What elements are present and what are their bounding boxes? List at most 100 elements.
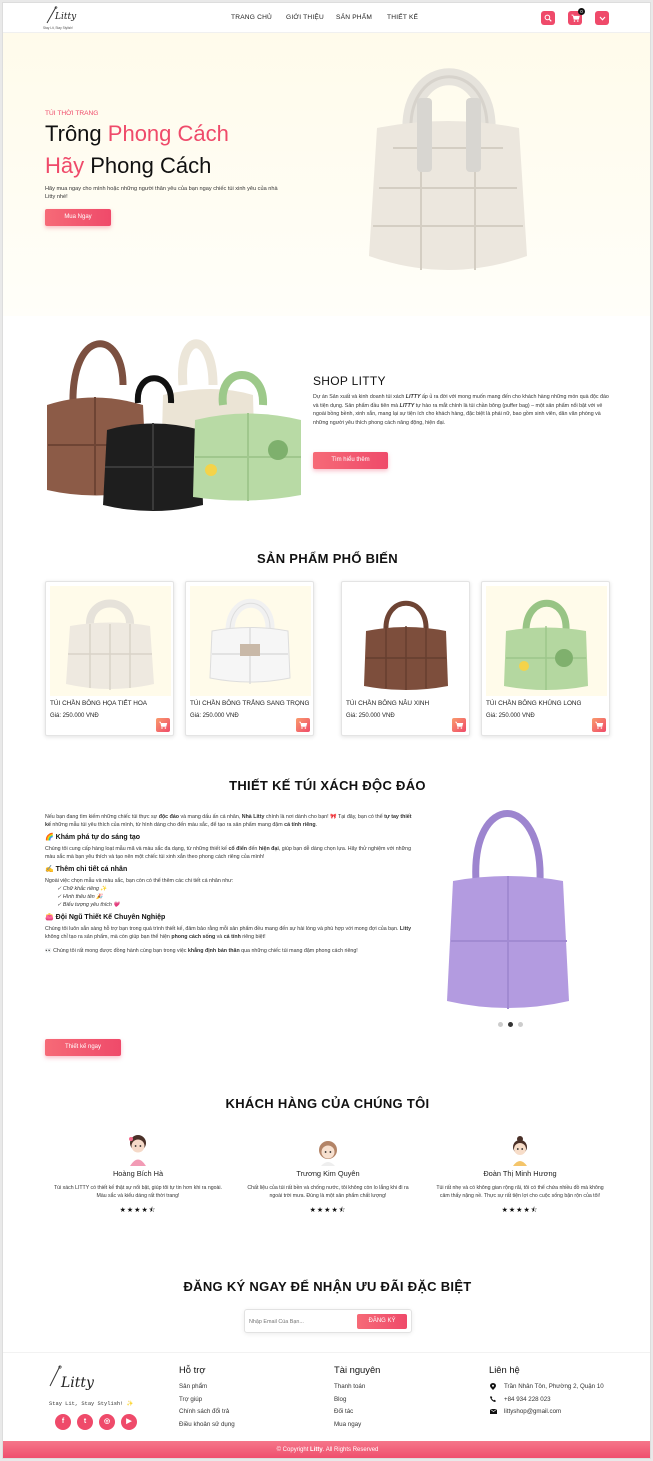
footer-email[interactable]: littyshop@gmail.com — [504, 1408, 561, 1415]
footer-link-return-policy[interactable]: Chính sách đổi trả — [179, 1408, 229, 1415]
design-list-item: ✓ Biểu tượng yêu thích 💗 — [57, 902, 120, 908]
instagram-icon[interactable]: ◎ — [99, 1414, 115, 1430]
product-image — [486, 586, 607, 696]
about-bags-image — [47, 339, 301, 511]
design-paragraph-1: Chúng tôi cung cấp hàng loạt mẫu mã và m… — [45, 845, 413, 861]
logo[interactable]: Litty Stay Lit, Stay Stylish! — [43, 6, 91, 32]
product-card[interactable]: TÚI CHẦN BÔNG TRẮNG SANG TRỌNG Giá: 250.… — [185, 581, 314, 736]
carousel-dot-2[interactable] — [508, 1022, 513, 1027]
customer-review: Túi rất nhẹ và có không gian rộng rãi, t… — [436, 1185, 604, 1199]
design-title: THIẾT KẾ TÚI XÁCH ĐỘC ĐÁO — [229, 778, 426, 793]
newsletter-submit-button[interactable]: ĐĂNG KÝ — [357, 1314, 407, 1329]
design-p3-bold: phong cách sống — [171, 934, 216, 940]
design-p4-text: qua những chiếc túi mang đậm phong cách … — [239, 948, 358, 954]
chevron-down-icon — [599, 16, 605, 21]
hero-buy-button[interactable]: Mua Ngay — [45, 209, 111, 226]
design-p3-bold: Litty — [399, 926, 412, 932]
hero-title-line2: Hãy Phong Cách — [45, 153, 211, 179]
cart-count-badge: 0 — [578, 8, 585, 15]
design-paragraph-4: 👀 Chúng tôi rất mong được đồng hành cùng… — [45, 947, 413, 955]
facebook-icon[interactable]: f — [55, 1414, 71, 1430]
footer-logo-text: Litty — [61, 1375, 94, 1391]
design-list-item: ✓ Chữ khắc riêng ✨ — [57, 886, 108, 892]
site-header: Litty Stay Lit, Stay Stylish! TRANG CHỦ … — [3, 3, 650, 33]
design-intro-bold: Nhà Litty — [241, 814, 265, 820]
search-button[interactable] — [541, 11, 555, 25]
design-p3-text: không chỉ tạo ra sản phẩm, mà còn giúp b… — [45, 934, 172, 940]
nav-gioi-thieu[interactable]: GIỚI THIỆU — [286, 14, 324, 21]
footer-link-terms[interactable]: Điều khoản sử dụng — [179, 1421, 235, 1428]
add-to-cart-button[interactable] — [452, 718, 466, 732]
add-to-cart-button[interactable] — [156, 718, 170, 732]
nav-san-pham[interactable]: SẢN PHẨM — [336, 14, 372, 21]
hero-title-1b: Phong Cách — [107, 121, 229, 146]
product-name: TÚI CHẦN BÔNG KHỦNG LONG — [486, 700, 582, 707]
product-card[interactable]: TÚI CHẦN BÔNG HỌA TIẾT HOA Giá: 250.000 … — [45, 581, 174, 736]
nav-thiet-ke[interactable]: THIẾT KẾ — [387, 14, 418, 21]
footer-link-products[interactable]: Sản phẩm — [179, 1383, 207, 1390]
cart-icon — [455, 721, 464, 729]
product-card[interactable]: TÚI CHẦN BÔNG KHỦNG LONG Giá: 250.000 VN… — [481, 581, 610, 736]
design-heading-2: ✍️ Thêm chi tiết cá nhân — [45, 866, 128, 873]
design-paragraph-2: Ngoài việc chọn mẫu và màu sắc, bạn còn … — [45, 878, 234, 884]
design-intro-text: . — [315, 822, 318, 828]
hero-title-2b: Phong Cách — [90, 153, 212, 178]
about-brand-1: LITTY — [405, 394, 421, 400]
footer-link-buy-now[interactable]: Mua ngay — [334, 1421, 361, 1428]
copyright-brand: Litty — [310, 1447, 323, 1453]
design-list: ✓ Chữ khắc riêng ✨ ✓ Hình thêu tên 🎉 ✓ B… — [45, 885, 413, 909]
customer-name: Hoàng Bích Hà — [112, 1169, 164, 1178]
footer-link-partners[interactable]: Đối tác — [334, 1408, 353, 1415]
customer-card: Trương Kim Quyên Chất liệu của túi rất b… — [243, 1139, 413, 1217]
hero-title-line1: Trông Phong Cách — [45, 121, 229, 147]
footer-link-payment[interactable]: Thanh toán — [334, 1383, 365, 1390]
footer-resources-title: Tài nguyên — [334, 1364, 381, 1375]
newsletter-email-input[interactable] — [249, 1315, 349, 1328]
customer-name: Trương Kim Quyên — [296, 1169, 360, 1178]
design-bag-image[interactable] — [443, 801, 573, 1013]
design-content: Nếu bạn đang tìm kiếm những chiếc túi th… — [45, 813, 413, 955]
customer-rating-stars: ★★★★⯪ — [119, 1207, 157, 1214]
design-p1-bold: cổ điển — [228, 846, 248, 852]
footer-link-help[interactable]: Trợ giúp — [179, 1396, 202, 1403]
design-now-button[interactable]: Thiết kế ngay — [45, 1039, 121, 1056]
customer-card: Hoàng Bích Hà Túi xách LITTY có thiết kế… — [53, 1133, 223, 1217]
product-price: Giá: 250.000 VNĐ — [346, 713, 395, 719]
product-price: Giá: 250.000 VNĐ — [190, 713, 239, 719]
menu-dropdown-button[interactable] — [595, 11, 609, 25]
about-brand-2: LITTY — [399, 402, 415, 409]
design-p3-text: Chúng tôi luôn sẵn sàng hỗ trợ bạn trong… — [45, 926, 400, 932]
customer-card: Đoàn Thị Minh Hương Túi rất nhẹ và có kh… — [435, 1135, 605, 1217]
customer-rating-stars: ★★★★⯪ — [501, 1207, 539, 1214]
cart-icon — [571, 14, 580, 22]
products-title: SẢN PHẨM PHỔ BIẾN — [257, 551, 398, 566]
hero-bag-image — [369, 68, 527, 270]
design-intro-text: những mẫu túi yêu thích của mình, từ hìn… — [50, 822, 285, 828]
about-learn-more-button[interactable]: Tìm hiểu thêm — [313, 452, 388, 469]
youtube-icon[interactable]: ▶ — [121, 1414, 137, 1430]
footer-logo[interactable]: Litty — [47, 1365, 137, 1405]
customer-review: Chất liệu của túi rất bền và chống nước,… — [247, 1185, 409, 1199]
carousel-dot-3[interactable] — [518, 1022, 523, 1027]
footer-link-blog[interactable]: Blog — [334, 1396, 346, 1403]
footer-phone[interactable]: +84 934 228 023 — [504, 1396, 551, 1403]
product-price: Giá: 250.000 VNĐ — [486, 713, 535, 719]
product-card[interactable]: TÚI CHẦN BÔNG NÂU XINH Giá: 250.000 VNĐ — [341, 581, 470, 736]
add-to-cart-button[interactable] — [592, 718, 606, 732]
customer-name: Đoàn Thị Minh Hương — [483, 1169, 557, 1178]
avatar — [319, 1141, 337, 1166]
about-title: SHOP LITTY — [313, 374, 386, 388]
carousel-dot-1[interactable] — [498, 1022, 503, 1027]
newsletter-title: ĐĂNG KÝ NGAY ĐỂ NHẬN ƯU ĐÃI ĐẶC BIỆT — [183, 1279, 472, 1294]
product-name: TÚI CHẦN BÔNG NÂU XINH — [346, 700, 430, 707]
design-heading-1: 🌈 Khám phá tự do sáng tạo — [45, 834, 141, 841]
twitter-icon[interactable]: t — [77, 1414, 93, 1430]
product-image — [50, 586, 171, 696]
product-price: Giá: 250.000 VNĐ — [50, 713, 99, 719]
add-to-cart-button[interactable] — [296, 718, 310, 732]
hero-title-2a: Hãy — [45, 153, 91, 178]
design-p1-bold: hiện đại — [258, 846, 279, 852]
cart-icon — [299, 721, 308, 729]
product-image — [346, 586, 467, 696]
nav-trang-chu[interactable]: TRANG CHỦ — [231, 14, 272, 21]
